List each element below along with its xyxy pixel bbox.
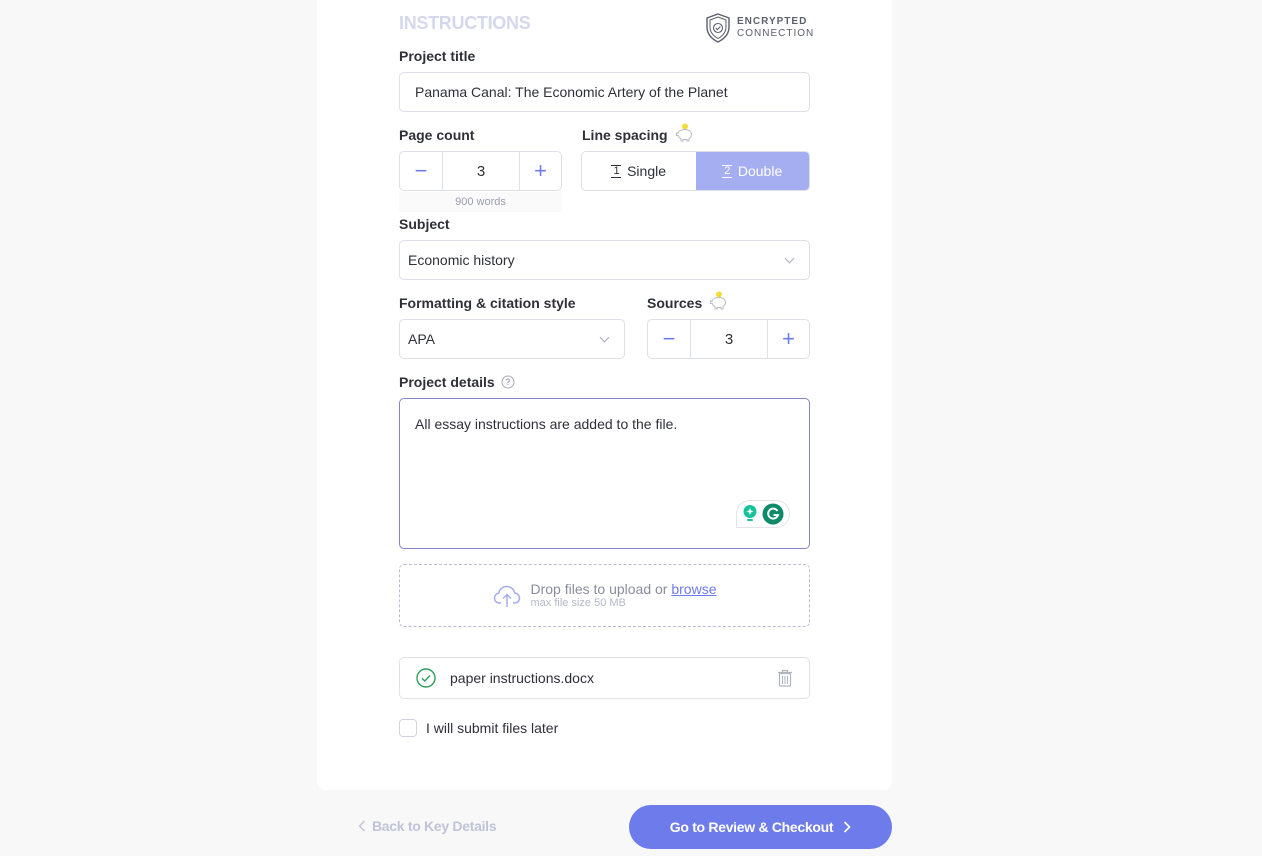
go-to-checkout-button[interactable]: Go to Review & Checkout — [629, 805, 892, 849]
shield-icon — [706, 13, 730, 43]
page-count-label: Page count — [399, 127, 475, 143]
lightbulb-icon — [743, 505, 757, 521]
line-spacing-single-option[interactable]: 1 Single — [582, 152, 696, 190]
dropzone-text: Drop files to upload or — [530, 580, 672, 597]
sources-stepper: − 3 + — [647, 319, 810, 359]
uploaded-file-row: paper instructions.docx — [399, 657, 810, 699]
line-spacing-toggle: 1 Single 2 Double — [581, 151, 810, 191]
page-count-decrement-button[interactable]: − — [400, 152, 442, 190]
subject-select[interactable]: Economic history — [399, 240, 810, 280]
piggy-bank-icon — [675, 123, 692, 142]
sources-increment-button[interactable]: + — [768, 320, 809, 358]
citation-style-select[interactable]: APA — [399, 319, 625, 359]
grammarly-widget[interactable] — [736, 500, 790, 528]
chevron-down-icon — [599, 332, 610, 342]
help-icon[interactable]: ? — [501, 375, 515, 389]
file-name: paper instructions.docx — [450, 670, 594, 686]
double-spacing-icon: 2 — [722, 164, 732, 178]
line-spacing-label: Line spacing — [582, 123, 694, 143]
section-title: INSTRUCTIONS — [399, 13, 531, 33]
file-dropzone[interactable]: Drop files to upload or browse max file … — [399, 564, 810, 627]
grammarly-icon — [762, 503, 784, 525]
encrypted-connection-badge: ENCRYPTED CONNECTION — [705, 13, 814, 43]
word-count: 900 words — [399, 192, 562, 212]
single-spacing-icon: 1 — [611, 164, 622, 178]
project-details-label: Project details ? — [399, 374, 515, 390]
chevron-right-icon — [844, 821, 851, 833]
trash-icon[interactable] — [777, 669, 793, 687]
sources-decrement-button[interactable]: − — [648, 320, 690, 358]
svg-text:?: ? — [505, 377, 511, 387]
citation-style-label: Formatting & citation style — [399, 295, 576, 311]
project-title-label: Project title — [399, 48, 476, 64]
piggy-bank-icon — [710, 291, 727, 310]
line-spacing-double-option[interactable]: 2 Double — [695, 152, 809, 190]
secure-line-1: ENCRYPTED — [737, 16, 808, 27]
submit-later-checkbox[interactable] — [399, 719, 417, 737]
back-button[interactable]: Back to Key Details — [358, 818, 497, 834]
cloud-upload-icon — [493, 585, 520, 607]
page-count-stepper: − 3 + — [399, 151, 562, 191]
chevron-down-icon — [784, 253, 795, 263]
page-count-increment-button[interactable]: + — [520, 152, 561, 190]
browse-link[interactable]: browse — [671, 581, 716, 597]
submit-later-label: I will submit files later — [426, 720, 559, 736]
subject-label: Subject — [399, 216, 450, 232]
page-count-value[interactable]: 3 — [442, 152, 520, 190]
project-title-input[interactable]: Panama Canal: The Economic Artery of the… — [399, 72, 810, 112]
file-size-limit: max file size 50 MB — [530, 596, 626, 609]
check-circle-icon — [416, 668, 436, 688]
submit-later-option[interactable]: I will submit files later — [399, 719, 558, 737]
chevron-left-icon — [358, 820, 365, 832]
project-details-textarea[interactable]: All essay instructions are added to the … — [399, 398, 810, 549]
sources-value[interactable]: 3 — [690, 320, 768, 358]
secure-line-2: CONNECTION — [737, 28, 815, 39]
sources-label: Sources — [647, 291, 728, 311]
